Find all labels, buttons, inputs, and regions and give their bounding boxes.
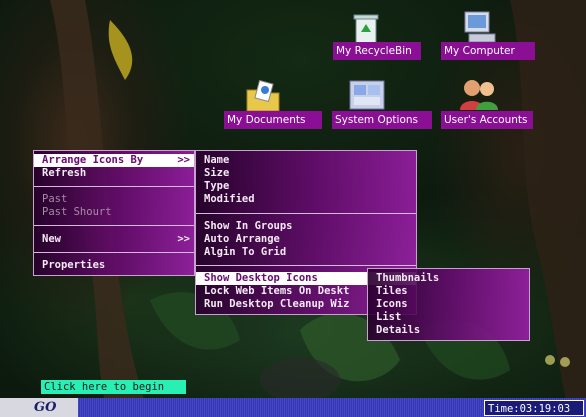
menu-item-icons[interactable]: Icons [368,298,529,311]
menu-item-label: Thumbnails [376,272,440,284]
desktop-icon-label: My RecycleBin [333,42,421,60]
menu-item-label: Refresh [42,167,87,179]
menu-separator [34,186,194,187]
menu-item-show-in-groups[interactable]: Show In Groups [196,220,416,233]
menu-item-label: Run Desktop Cleanup Wiz [204,298,350,310]
menu-item-label: Arrange Icons By [42,154,144,166]
menu-item-new[interactable]: New >> [34,233,194,246]
menu-item-paste: Past [34,193,194,206]
computer-icon [464,11,496,43]
menu-item-label: Type [204,180,230,192]
menu-item-align-to-grid[interactable]: Algin To Grid [196,246,416,259]
menu-item-label: Lock Web Items On Deskt [204,285,350,297]
desktop-icon-label: My Computer [441,42,535,60]
menu-item-label: New [42,233,61,245]
desktop-context-menu: Arrange Icons By >> Refresh Past Past Sh… [33,150,195,276]
menu-item-tiles[interactable]: Tiles [368,285,529,298]
menu-item-thumbnails[interactable]: Thumbnails [368,272,529,285]
menu-separator [196,213,416,214]
menu-item-label: Modified [204,193,255,205]
menu-item-label: Auto Arrange [204,233,280,245]
menu-item-paste-shortcut: Past Shourt [34,206,194,219]
menu-item-label: List [376,311,402,323]
menu-item-label: Details [376,324,421,336]
documents-folder-icon [246,80,280,112]
menu-separator [34,252,194,253]
submenu-arrow-icon: >> [177,233,190,245]
menu-item-details[interactable]: Details [368,324,529,337]
go-button-label: GO [34,400,57,415]
user-accounts-icon [460,80,498,110]
menu-item-label: Show Desktop Icons [204,272,318,284]
menu-separator [34,225,194,226]
menu-item-label: Show In Groups [204,220,293,232]
desktop-icon-label: System Options [332,111,432,129]
desktop-icon-label: User's Accounts [441,111,533,129]
menu-item-label: Size [204,167,230,179]
menu-item-sort-modified[interactable]: Modified [196,193,416,206]
menu-item-properties[interactable]: Properties [34,259,194,272]
menu-item-sort-name[interactable]: Name [196,154,416,167]
recycle-bin-icon [353,14,379,45]
view-mode-submenu: Thumbnails Tiles Icons List Details [367,268,530,341]
menu-item-sort-type[interactable]: Type [196,180,416,193]
menu-item-arrange-icons-by[interactable]: Arrange Icons By >> [34,154,194,167]
menu-item-label: Algin To Grid [204,246,287,258]
start-hint-label[interactable]: Click here to begin [41,380,186,394]
menu-separator [196,265,416,266]
menu-item-sort-size[interactable]: Size [196,167,416,180]
taskbar-clock: Time:03:19:03 [484,400,584,416]
menu-item-list[interactable]: List [368,311,529,324]
system-options-icon [349,80,385,110]
desktop-wallpaper: My RecycleBin My Computer My Documents S… [0,0,586,417]
menu-item-label: Past Shourt [42,206,112,218]
menu-item-label: Properties [42,259,106,271]
menu-item-label: Name [204,154,230,166]
menu-item-label: Icons [376,298,408,310]
menu-item-label: Tiles [376,285,408,297]
submenu-arrow-icon: >> [177,154,190,166]
menu-item-label: Past [42,193,68,205]
menu-item-refresh[interactable]: Refresh [34,167,194,180]
desktop-icon-label: My Documents [224,111,322,129]
menu-item-auto-arrange[interactable]: Auto Arrange [196,233,416,246]
